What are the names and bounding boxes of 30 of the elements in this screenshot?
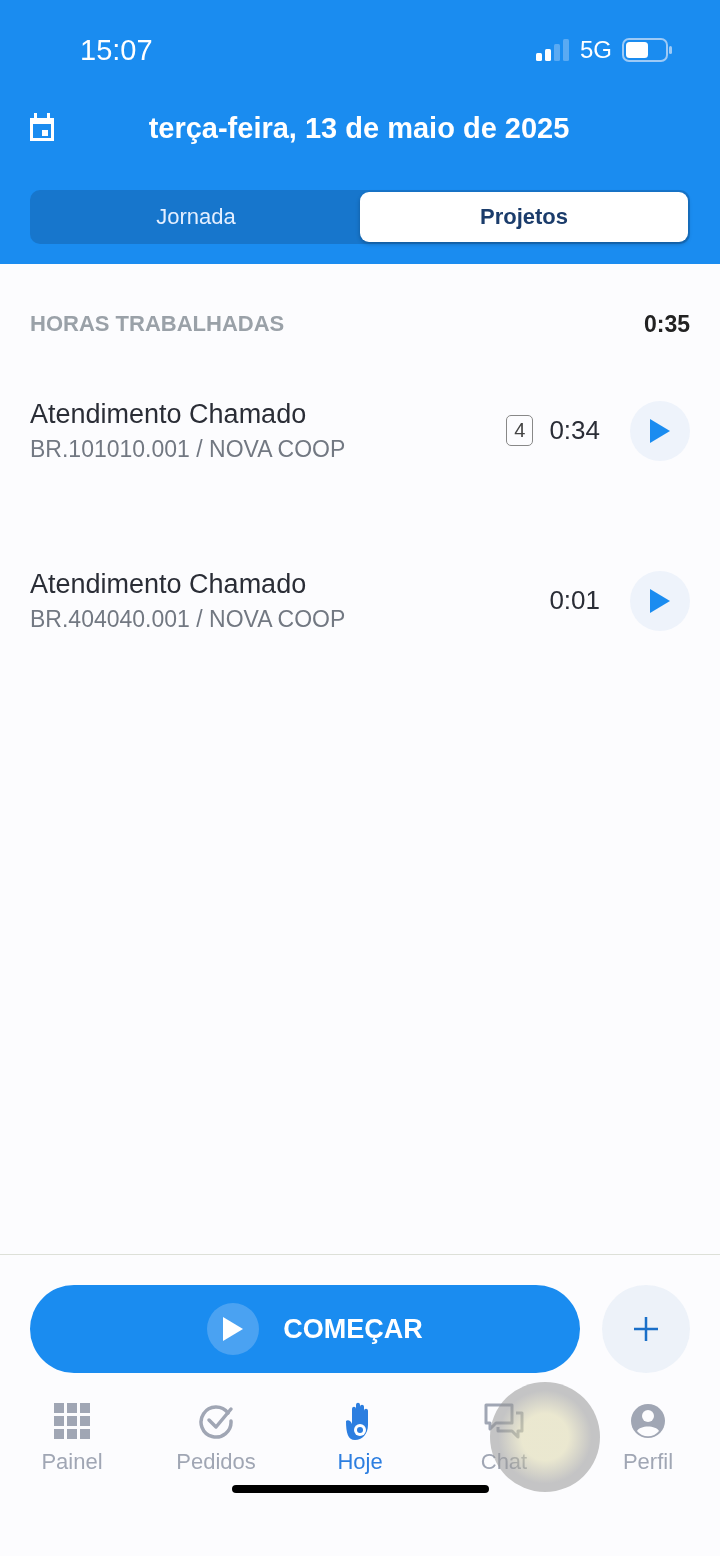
project-title: Atendimento Chamado <box>30 398 308 430</box>
project-title: Atendimento Chamado <box>30 568 308 600</box>
status-time: 15:07 <box>80 33 154 67</box>
segment-tab[interactable]: Jornada <box>32 192 360 242</box>
total-hours: 0:35 <box>643 310 690 338</box>
section-label: HORAS TRABALHADAS <box>30 311 285 337</box>
date-title: terça-feira, 13 de maio de 2025 <box>147 111 571 145</box>
nav-tab[interactable]: Pedidos <box>144 1401 288 1475</box>
chat-icon <box>484 1403 524 1439</box>
play-icon <box>223 1317 244 1341</box>
project-code: BR.404040.001 / NOVA COOP <box>30 605 347 633</box>
nav-tab[interactable]: Hoje <box>288 1401 432 1475</box>
entry-time: 0:01 <box>549 585 600 616</box>
nav-tab[interactable]: Perfil <box>576 1401 720 1475</box>
battery-icon <box>622 38 672 62</box>
calendar-icon <box>28 113 56 143</box>
count-badge: 4 <box>506 415 534 446</box>
project-code: BR.101010.001 / NOVA COOP <box>30 435 347 463</box>
network-label: 5G <box>580 36 612 64</box>
signal-icon <box>536 39 570 61</box>
play-icon <box>650 418 670 443</box>
entry-time: 0:34 <box>549 415 600 446</box>
segment-tab[interactable]: Projetos <box>360 192 688 242</box>
plus-icon <box>633 1316 659 1342</box>
grid-icon <box>54 1403 90 1439</box>
nav-tab[interactable]: Painel <box>0 1401 144 1475</box>
profile-icon <box>630 1403 666 1439</box>
start-button[interactable]: COMEÇAR <box>30 1285 580 1373</box>
play-icon <box>650 588 670 613</box>
check-circle-icon <box>198 1403 234 1439</box>
